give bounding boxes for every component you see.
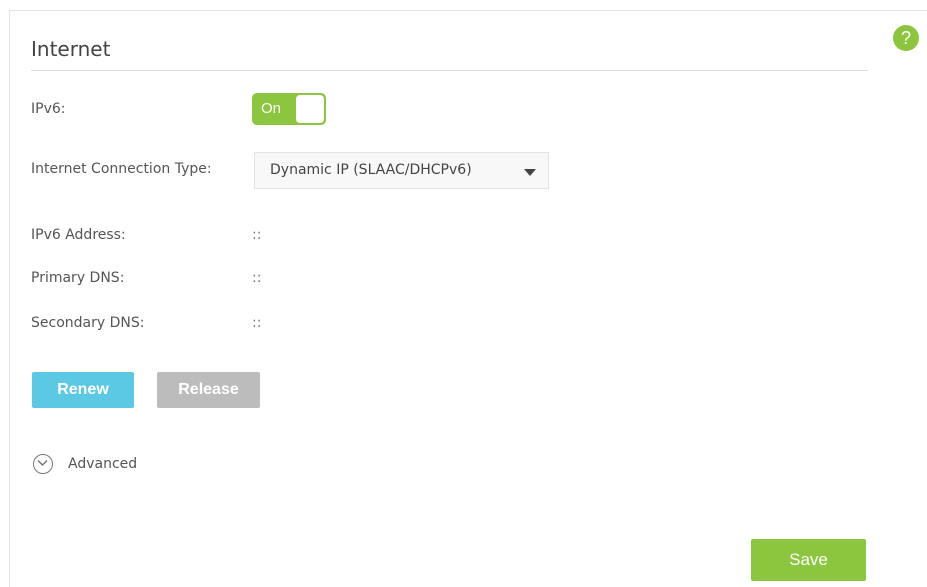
advanced-label: Advanced [68,456,138,472]
ipv6-address-label: IPv6 Address: [31,227,126,243]
chevron-down-icon [524,169,536,176]
ipv6-toggle[interactable]: On [252,93,326,125]
connection-type-select[interactable]: Dynamic IP (SLAAC/DHCPv6) [254,152,549,189]
secondary-dns-value: :: [252,315,262,331]
primary-dns-value: :: [252,270,262,286]
connection-type-value: Dynamic IP (SLAAC/DHCPv6) [270,162,472,178]
toggle-state-label: On [261,100,282,117]
chevron-circle-down-icon [33,454,53,474]
connection-type-label: Internet Connection Type: [31,161,212,177]
ipv6-address-value: :: [252,227,262,243]
section-title: Internet [31,37,111,61]
advanced-toggle[interactable]: Advanced [33,453,137,475]
title-divider [31,70,868,71]
release-button[interactable]: Release [157,372,260,408]
toggle-knob [296,95,324,123]
help-icon[interactable]: ? [893,25,919,51]
primary-dns-label: Primary DNS: [31,270,125,286]
internet-panel [9,10,927,587]
save-button[interactable]: Save [751,539,866,581]
renew-button[interactable]: Renew [32,372,134,408]
secondary-dns-label: Secondary DNS: [31,315,145,331]
ipv6-label: IPv6: [31,101,66,117]
